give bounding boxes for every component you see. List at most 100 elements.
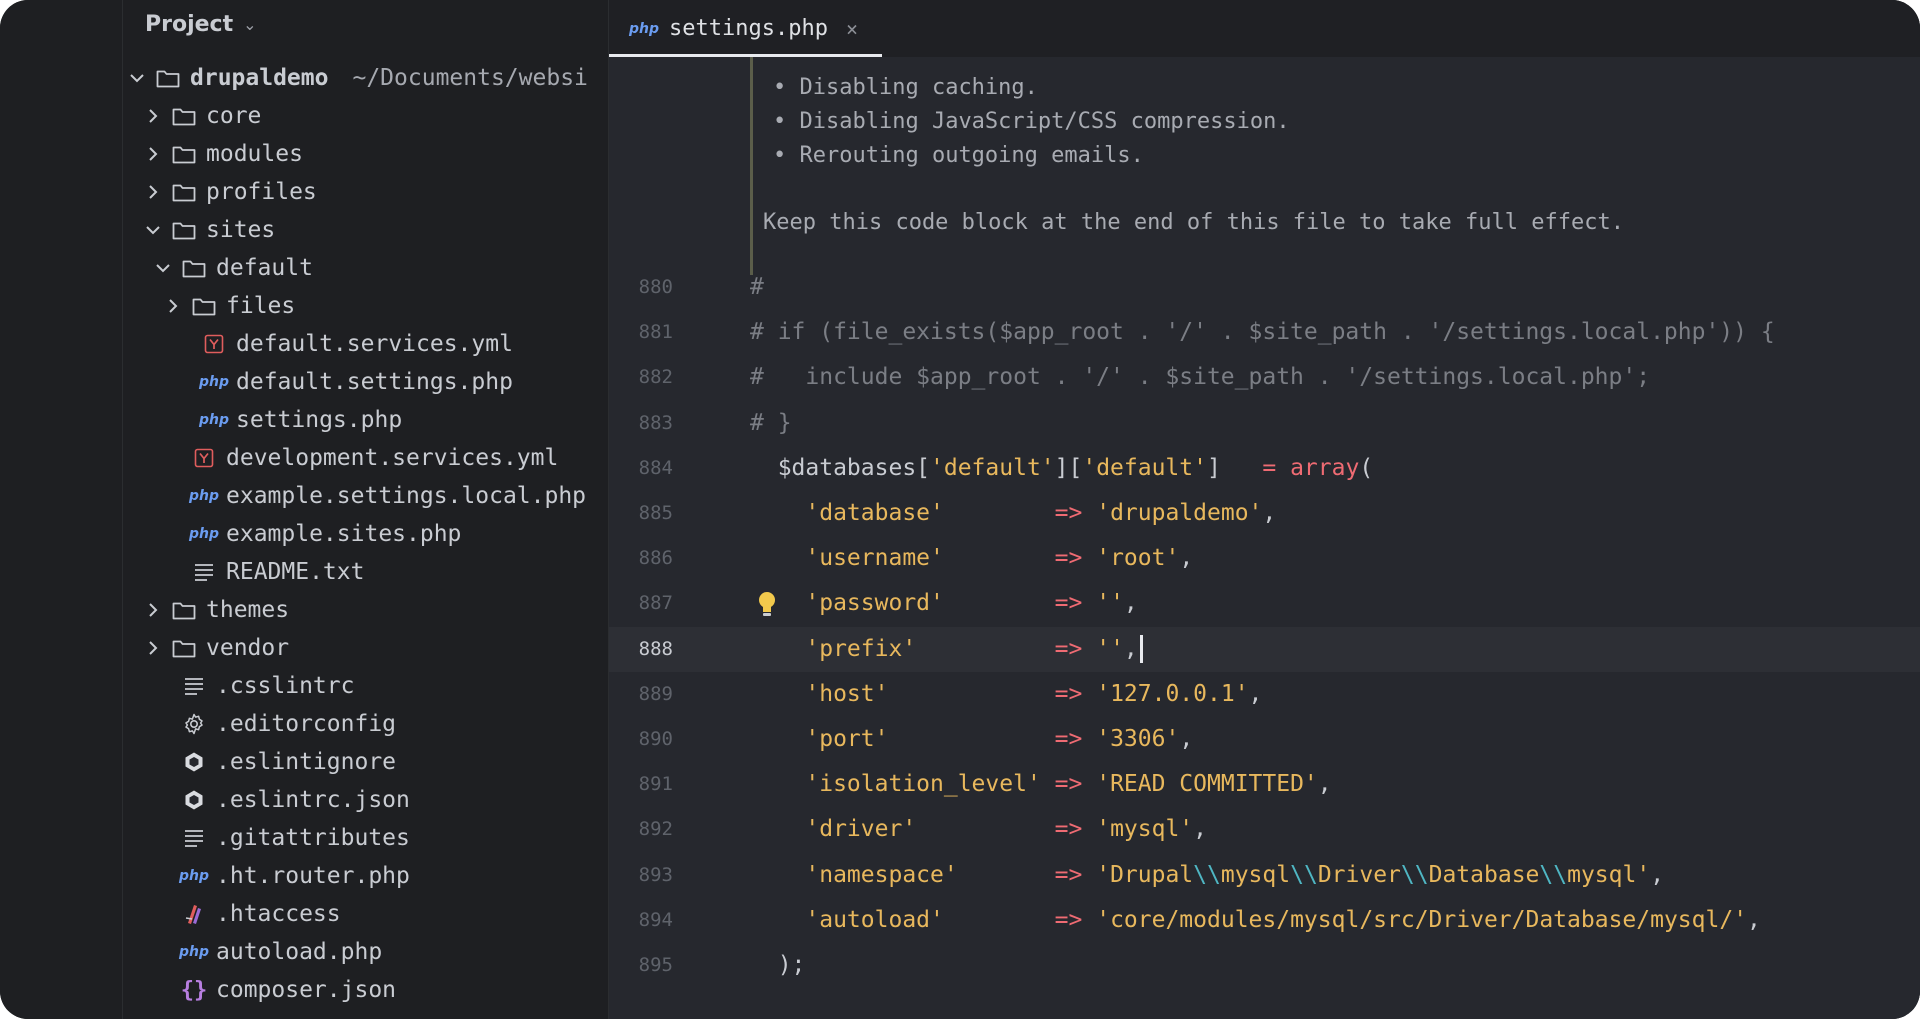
line-number[interactable]: 891 xyxy=(609,762,673,807)
line-number[interactable]: 883 xyxy=(609,401,673,446)
code-line[interactable]: 886 'username' => 'root', xyxy=(609,536,1920,581)
text-file-icon xyxy=(181,826,207,850)
line-number[interactable]: 884 xyxy=(609,446,673,491)
chevron-right-icon[interactable] xyxy=(143,182,163,202)
tree-item-eslintignore[interactable]: .eslintignore xyxy=(123,743,593,781)
code-line[interactable]: 895 ); xyxy=(609,943,1920,988)
project-view-selector[interactable]: Project ⌄ xyxy=(145,8,257,40)
code-line[interactable]: 887 'password' => '', xyxy=(609,581,1920,626)
tree-item-label: themes xyxy=(206,597,290,623)
tree-item-drupaldemo[interactable]: drupaldemo ~/Documents/websi xyxy=(123,59,593,97)
code-line[interactable]: 893 'namespace' => 'Drupal\\mysql\\Drive… xyxy=(609,853,1920,898)
tree-item-label: example.settings.local.php xyxy=(226,483,587,509)
line-number[interactable]: 886 xyxy=(609,536,673,581)
tree-item-label: README.txt xyxy=(226,559,365,585)
line-number[interactable]: 890 xyxy=(609,717,673,762)
code-text[interactable]: 'autoload' => 'core/modules/mysql/src/Dr… xyxy=(750,898,1761,943)
code-text[interactable]: $databases['default']['default'] = array… xyxy=(750,446,1373,491)
line-number[interactable]: 885 xyxy=(609,491,673,536)
line-number[interactable]: 892 xyxy=(609,807,673,852)
chevron-right-icon[interactable] xyxy=(143,106,163,126)
line-number[interactable]: 882 xyxy=(609,355,673,400)
tree-item-modules[interactable]: modules xyxy=(123,135,593,173)
intention-bulb-icon[interactable] xyxy=(754,589,780,619)
tree-item-default[interactable]: default xyxy=(123,249,593,287)
tree-item-label: .gitattributes xyxy=(216,825,410,851)
code-line[interactable]: 889 'host' => '127.0.0.1', xyxy=(609,672,1920,717)
tree-item-core[interactable]: core xyxy=(123,97,593,135)
line-number[interactable]: 893 xyxy=(609,853,673,898)
code-line[interactable]: 891 'isolation_level' => 'READ COMMITTED… xyxy=(609,762,1920,807)
chevron-right-icon[interactable] xyxy=(143,638,163,658)
code-text[interactable]: # } xyxy=(750,401,792,446)
tree-item-profiles[interactable]: profiles xyxy=(123,173,593,211)
code-line[interactable]: 880 # xyxy=(609,265,1920,310)
code-text[interactable]: 'prefix' => '', xyxy=(750,627,1143,672)
editor-tab-bar: php settings.php × xyxy=(609,0,1920,58)
tree-item-gitattributes[interactable]: .gitattributes xyxy=(123,819,593,857)
code-line[interactable]: 892 'driver' => 'mysql', xyxy=(609,807,1920,852)
tree-item-default-settings-php[interactable]: php default.settings.php xyxy=(123,363,593,401)
code-text[interactable]: ); xyxy=(750,943,806,988)
code-line[interactable]: 884 $databases['default']['default'] = a… xyxy=(609,446,1920,491)
tree-item-readme-txt[interactable]: README.txt xyxy=(123,553,593,591)
text-file-icon xyxy=(191,560,217,584)
code-line[interactable]: 885 'database' => 'drupaldemo', xyxy=(609,491,1920,536)
tree-item-development-services-yml[interactable]: development.services.yml xyxy=(123,439,593,477)
tree-item-vendor[interactable]: vendor xyxy=(123,629,593,667)
code-text[interactable]: 'port' => '3306', xyxy=(750,717,1193,762)
doc-bullet: • Disabling JavaScript/CSS compression. xyxy=(773,109,1290,134)
tree-item-label: vendor xyxy=(206,635,290,661)
tree-item-settings-php[interactable]: php settings.php xyxy=(123,401,593,439)
line-number[interactable]: 881 xyxy=(609,310,673,355)
code-line[interactable]: 890 'port' => '3306', xyxy=(609,717,1920,762)
code-editor[interactable]: • Disabling caching. • Disabling JavaScr… xyxy=(609,57,1920,1019)
code-text[interactable]: 'isolation_level' => 'READ COMMITTED', xyxy=(750,762,1331,807)
code-line[interactable]: 881 # if (file_exists($app_root . '/' . $… xyxy=(609,310,1920,355)
code-text[interactable]: # if (file_exists($app_root . '/' . $sit… xyxy=(750,310,1775,355)
code-text[interactable]: # xyxy=(750,265,764,310)
tree-item-example-sites-php[interactable]: php example.sites.php xyxy=(123,515,593,553)
code-line[interactable]: 882 # include $app_root . '/' . $site_pat… xyxy=(609,355,1920,400)
tree-item-ht-router-php[interactable]: php .ht.router.php xyxy=(123,857,593,895)
chevron-down-icon[interactable] xyxy=(153,258,173,278)
chevron-right-icon[interactable] xyxy=(163,296,183,316)
tree-item-files[interactable]: files xyxy=(123,287,593,325)
close-tab-icon[interactable]: × xyxy=(846,17,858,41)
chevron-right-icon[interactable] xyxy=(143,144,163,164)
line-number[interactable]: 888 xyxy=(609,627,673,672)
code-line-current[interactable]: 888 'prefix' => '', xyxy=(609,626,1920,672)
tree-item-themes[interactable]: themes xyxy=(123,591,593,629)
code-line[interactable]: 883 # } xyxy=(609,401,1920,446)
code-text[interactable]: 'driver' => 'mysql', xyxy=(750,807,1207,852)
code-text[interactable]: 'namespace' => 'Drupal\\mysql\\Driver\\D… xyxy=(750,853,1664,898)
tree-item-eslintrc-json[interactable]: .eslintrc.json xyxy=(123,781,593,819)
line-number[interactable]: 894 xyxy=(609,898,673,943)
code-text[interactable]: 'password' => '', xyxy=(750,581,1137,626)
code-text[interactable]: 'username' => 'root', xyxy=(750,536,1193,581)
tab-settings-php[interactable]: php settings.php × xyxy=(609,0,882,57)
tree-item-label: .ht.router.php xyxy=(216,863,410,889)
tree-item-htaccess[interactable]: .htaccess xyxy=(123,895,593,933)
tree-item-default-services-yml[interactable]: default.services.yml xyxy=(123,325,593,363)
code-text[interactable]: 'host' => '127.0.0.1', xyxy=(750,672,1262,717)
tree-item-csslintrc[interactable]: .csslintrc xyxy=(123,667,593,705)
tree-item-sites[interactable]: sites xyxy=(123,211,593,249)
line-number[interactable]: 895 xyxy=(609,943,673,988)
code-text[interactable]: # include $app_root . '/' . $site_path .… xyxy=(750,355,1650,400)
line-number[interactable]: 880 xyxy=(609,265,673,310)
project-path-hint: ~/Documents/websi xyxy=(352,65,588,91)
code-line[interactable]: 894 'autoload' => 'core/modules/mysql/sr… xyxy=(609,898,1920,943)
chevron-right-icon[interactable] xyxy=(143,600,163,620)
code-text[interactable]: 'database' => 'drupaldemo', xyxy=(750,491,1276,536)
line-number[interactable]: 887 xyxy=(609,581,673,626)
tab-label: settings.php xyxy=(669,16,828,41)
chevron-down-icon[interactable] xyxy=(127,68,147,88)
tree-item-editorconfig[interactable]: .editorconfig xyxy=(123,705,593,743)
chevron-down-icon[interactable] xyxy=(143,220,163,240)
tree-item-autoload-php[interactable]: php autoload.php xyxy=(123,933,593,971)
tree-item-composer-json[interactable]: {} composer.json xyxy=(123,971,593,1009)
line-number[interactable]: 889 xyxy=(609,672,673,717)
eslint-icon xyxy=(181,750,207,774)
tree-item-example-settings-local-php[interactable]: php example.settings.local.php xyxy=(123,477,593,515)
